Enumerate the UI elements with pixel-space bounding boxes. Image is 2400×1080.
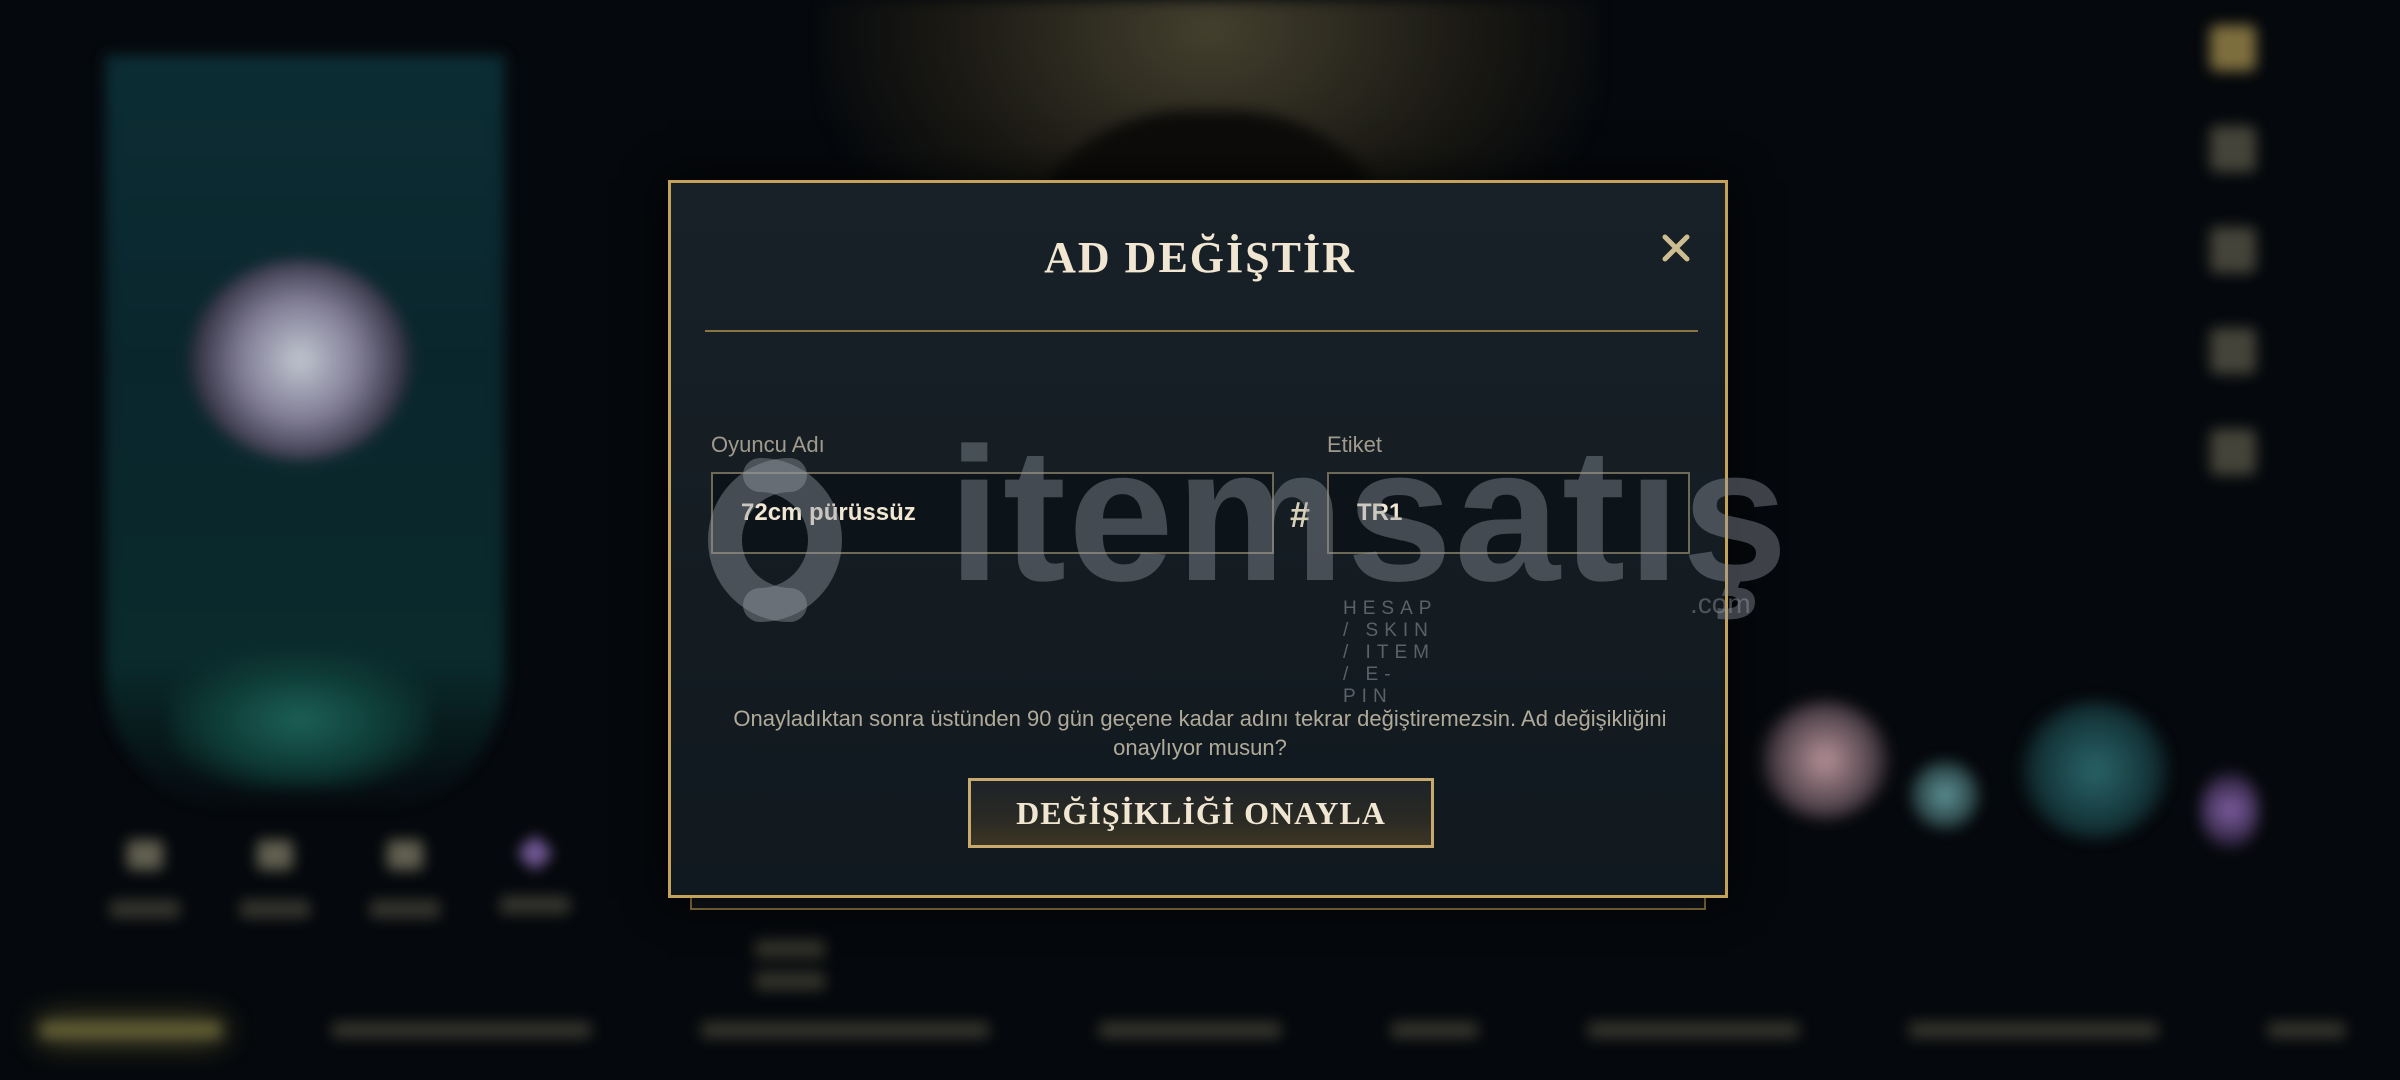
sidebar-icon (2210, 25, 2256, 71)
stat-item (240, 840, 310, 918)
close-icon (1662, 234, 1690, 262)
confirmation-message: Onayladıktan sonra üstünden 90 gün geçen… (733, 706, 1667, 760)
background-tab (1587, 1022, 1799, 1038)
background-text (755, 940, 825, 958)
background-tab (1099, 1022, 1282, 1038)
title-divider (705, 330, 1698, 332)
background-tab (1391, 1022, 1478, 1038)
stat-item (110, 840, 180, 918)
stat-item (370, 840, 440, 918)
rank-emblem (170, 650, 430, 790)
background-tab (2268, 1022, 2345, 1038)
sidebar-icon (2210, 126, 2256, 172)
background-tab (40, 1022, 223, 1038)
dialog-title: AD DEĞİŞTİR (1044, 233, 1356, 282)
background-tab (701, 1022, 990, 1038)
sidebar-icon (2210, 429, 2256, 475)
tag-label: Etiket (1327, 432, 1383, 457)
player-name-value: 72cm pürüssüz (741, 499, 916, 526)
stat-item (500, 834, 570, 918)
confirm-change-label: DEĞİŞİKLİĞİ ONAYLA (1016, 794, 1386, 831)
sidebar-icon (2210, 328, 2256, 374)
player-name-label: Oyuncu Adı (711, 432, 825, 457)
background-tab (332, 1022, 592, 1038)
confirm-change-button[interactable]: DEĞİŞİKLİĞİ ONAYLA (968, 778, 1434, 848)
modal-base-trim (690, 896, 1706, 910)
tag-value: TR1 (1357, 499, 1403, 526)
tag-field[interactable]: TR1 (1327, 472, 1690, 554)
profile-stats (110, 834, 570, 918)
tag-separator: # (1290, 494, 1311, 535)
close-button[interactable] (1656, 228, 1696, 268)
background-bottom-tabs (0, 1005, 2400, 1055)
background-text (755, 972, 825, 990)
profile-crest (190, 260, 410, 460)
background-tab (1908, 1022, 2159, 1038)
player-name-field[interactable]: 72cm pürüssüz (711, 472, 1274, 554)
